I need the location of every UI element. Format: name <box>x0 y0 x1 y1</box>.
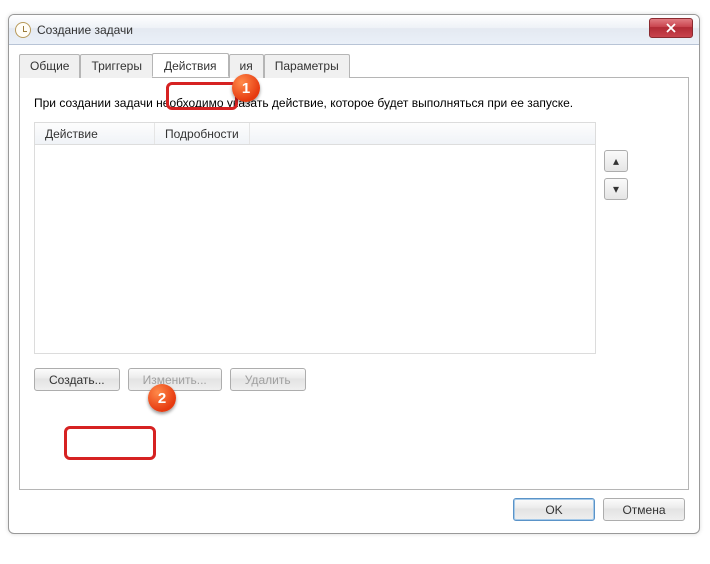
annotation-marker-1: 1 <box>232 74 260 102</box>
actions-list[interactable]: Действие Подробности <box>34 122 596 354</box>
create-button[interactable]: Создать... <box>34 368 120 391</box>
dialog-body: Общие Триггеры Действия ия Параметры При… <box>9 45 699 534</box>
annotation-marker-2: 2 <box>148 384 176 412</box>
close-button[interactable] <box>649 18 693 38</box>
actions-panel: При создании задачи необходимо указать д… <box>19 78 689 490</box>
move-up-button[interactable]: ▴ <box>604 150 628 172</box>
list-header: Действие Подробности <box>35 123 595 145</box>
clock-icon <box>15 22 31 38</box>
title-bar: Создание задачи <box>9 15 699 45</box>
edit-button[interactable]: Изменить... <box>128 368 222 391</box>
window-title: Создание задачи <box>37 23 133 37</box>
move-down-button[interactable]: ▾ <box>604 178 628 200</box>
instruction-text: При создании задачи необходимо указать д… <box>34 96 674 110</box>
delete-button[interactable]: Удалить <box>230 368 306 391</box>
tab-bar: Общие Триггеры Действия ия Параметры <box>19 53 689 78</box>
col-action[interactable]: Действие <box>35 123 155 144</box>
cancel-button[interactable]: Отмена <box>603 498 685 521</box>
dialog-window: Создание задачи Общие Триггеры Действия … <box>8 14 700 534</box>
col-details[interactable]: Подробности <box>155 123 250 144</box>
close-icon <box>666 23 676 33</box>
tab-general[interactable]: Общие <box>19 54 80 78</box>
ok-button[interactable]: OK <box>513 498 595 521</box>
tab-triggers[interactable]: Триггеры <box>80 54 153 78</box>
tab-parameters[interactable]: Параметры <box>264 54 350 78</box>
tab-actions[interactable]: Действия <box>152 53 229 77</box>
